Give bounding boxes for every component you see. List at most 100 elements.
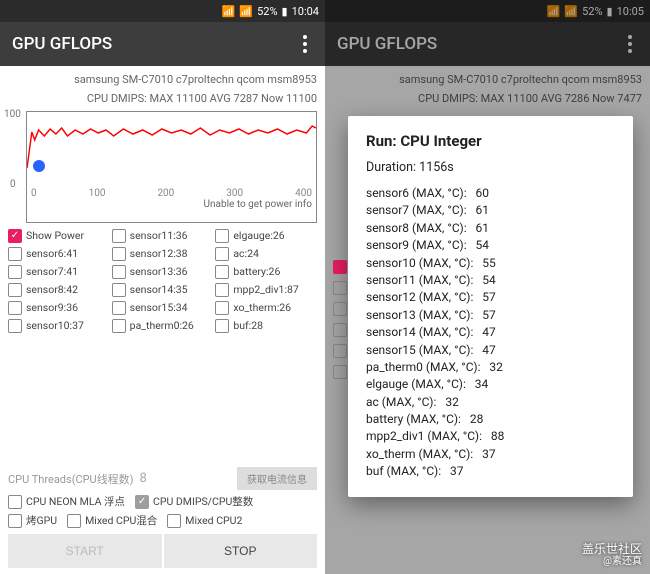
checkbox-box[interactable] xyxy=(112,247,126,261)
chart-start-marker xyxy=(33,160,45,172)
right-checks-peek xyxy=(333,260,345,386)
sensor-checkbox[interactable]: ac:24 xyxy=(215,247,317,261)
checkbox-box[interactable] xyxy=(215,265,229,279)
sensor-checkbox[interactable]: sensor10:37 xyxy=(8,319,110,333)
sensor-result-row: xo_therm (MAX, °C): 37 xyxy=(366,446,615,463)
checkbox-box[interactable] xyxy=(8,247,22,261)
dmips-label: CPU DMIPS/CPU整数 xyxy=(153,494,253,509)
checkbox-label: xo_therm:26 xyxy=(233,301,291,314)
sensor-checkbox[interactable]: sensor15:34 xyxy=(112,301,214,315)
signal-icon: 📶 xyxy=(222,5,236,18)
mixed-cpu-checkbox[interactable] xyxy=(67,514,81,528)
checkbox-box[interactable] xyxy=(8,319,22,333)
neon-checkbox[interactable] xyxy=(8,495,22,509)
threads-value[interactable]: 8 xyxy=(140,471,147,486)
checkbox-box[interactable] xyxy=(8,229,22,243)
stop-button[interactable]: STOP xyxy=(164,534,318,568)
start-button[interactable]: START xyxy=(8,534,162,568)
watermark-sub: @素还真 xyxy=(582,556,642,568)
sensor-checkbox[interactable]: xo_therm:26 xyxy=(215,301,317,315)
sensor-checkbox[interactable]: Show Power xyxy=(8,229,110,243)
sensor-result-row: sensor7 (MAX, °C): 61 xyxy=(366,202,615,219)
checkbox-label: sensor8:42 xyxy=(26,283,78,296)
checkbox-box[interactable] xyxy=(215,301,229,315)
sensor-checkbox[interactable]: elgauge:26 xyxy=(215,229,317,243)
battery-text: 52% xyxy=(257,5,277,18)
dmips-chart: 0100200300400 Unable to get power info xyxy=(26,111,317,223)
checkbox-label: sensor10:37 xyxy=(26,319,84,332)
checkbox-box[interactable] xyxy=(112,319,126,333)
checkbox-box[interactable] xyxy=(8,283,22,297)
neon-label: CPU NEON MLA 浮点 xyxy=(26,494,125,509)
watermark-main: 盖乐世社区 xyxy=(582,542,642,556)
bake-gpu-checkbox[interactable] xyxy=(8,514,22,528)
dialog-title: Run: CPU Integer xyxy=(366,132,615,150)
battery-icon: ▮ xyxy=(282,5,288,18)
get-current-button[interactable]: 获取电流信息 xyxy=(237,467,317,490)
checkbox-box[interactable] xyxy=(112,301,126,315)
power-note: Unable to get power info xyxy=(27,199,316,210)
sensor-checkbox[interactable]: sensor14:35 xyxy=(112,283,214,297)
sensor-checkbox-grid: Show Power sensor6:41 sensor7:41 sensor8:42… xyxy=(8,229,317,461)
checkbox-label: sensor7:41 xyxy=(26,265,78,278)
bake-label: 烤GPU xyxy=(26,513,57,528)
checkbox-label: sensor13:36 xyxy=(130,265,188,278)
sensor-result-row: sensor12 (MAX, °C): 57 xyxy=(366,289,615,306)
checkbox-box[interactable] xyxy=(215,319,229,333)
checkbox-box[interactable] xyxy=(8,265,22,279)
sensor-checkbox[interactable]: sensor13:36 xyxy=(112,265,214,279)
results-dialog: Run: CPU Integer Duration: 1156s sensor6… xyxy=(348,116,633,497)
sensor-checkbox[interactable]: battery:26 xyxy=(215,265,317,279)
mixed1-label: Mixed CPU混合 xyxy=(85,513,157,528)
y-tick-0: 0 xyxy=(10,179,16,190)
checkbox-box[interactable] xyxy=(215,247,229,261)
sensor-checkbox[interactable]: pa_therm0:26 xyxy=(112,319,214,333)
app-bar: GPU GFLOPS xyxy=(0,22,325,66)
sensor-checkbox[interactable]: sensor8:42 xyxy=(8,283,110,297)
sensor-result-row: pa_therm0 (MAX, °C): 32 xyxy=(366,359,615,376)
checkbox-label: buf:28 xyxy=(233,319,263,332)
sensor-result-row: sensor10 (MAX, °C): 55 xyxy=(366,255,615,272)
sensor-checkbox[interactable]: sensor6:41 xyxy=(8,247,110,261)
checkbox-box[interactable] xyxy=(112,283,126,297)
sensor-result-row: sensor9 (MAX, °C): 54 xyxy=(366,237,615,254)
checkbox-label: mpp2_div1:87 xyxy=(233,283,298,296)
dmips-checkbox[interactable] xyxy=(135,495,149,509)
clock-text: 10:04 xyxy=(292,5,319,18)
watermark: 盖乐世社区 @素还真 xyxy=(582,542,642,568)
checkbox-box[interactable] xyxy=(112,265,126,279)
dmips-info: CPU DMIPS: MAX 11100 AVG 7287 Now 11100 xyxy=(8,91,317,106)
sensor-checkbox[interactable]: sensor12:38 xyxy=(112,247,214,261)
sensor-result-row: sensor14 (MAX, °C): 47 xyxy=(366,324,615,341)
sensor-result-row: elgauge (MAX, °C): 34 xyxy=(366,376,615,393)
dialog-duration: Duration: 1156s xyxy=(366,160,615,175)
checkbox-box[interactable] xyxy=(112,229,126,243)
checkbox-label: sensor12:38 xyxy=(130,247,188,260)
checkbox-label: pa_therm0:26 xyxy=(130,319,194,332)
checkbox-label: sensor15:34 xyxy=(130,301,188,314)
sensor-checkbox[interactable]: sensor9:36 xyxy=(8,301,110,315)
checkbox-box[interactable] xyxy=(215,283,229,297)
mixed-cpu2-checkbox[interactable] xyxy=(167,514,181,528)
sensor-checkbox[interactable]: sensor11:36 xyxy=(112,229,214,243)
overflow-menu-icon[interactable] xyxy=(297,29,313,59)
sensor-checkbox[interactable]: sensor7:41 xyxy=(8,265,110,279)
checkbox-label: sensor9:36 xyxy=(26,301,78,314)
app-title: GPU GFLOPS xyxy=(12,34,112,54)
sensor-result-row: sensor6 (MAX, °C): 60 xyxy=(366,185,615,202)
sensor-checkbox[interactable]: buf:28 xyxy=(215,319,317,333)
checkbox-box[interactable] xyxy=(8,301,22,315)
checkbox-label: battery:26 xyxy=(233,265,280,278)
signal-icon: 📶 xyxy=(239,5,253,18)
checkbox-box[interactable] xyxy=(215,229,229,243)
mixed2-label: Mixed CPU2 xyxy=(185,514,242,527)
sensor-result-row: ac (MAX, °C): 32 xyxy=(366,394,615,411)
sensor-result-row: mpp2_div1 (MAX, °C): 88 xyxy=(366,428,615,445)
x-axis-labels: 0100200300400 xyxy=(27,188,316,199)
sensor-result-row: sensor11 (MAX, °C): 54 xyxy=(366,272,615,289)
sensor-result-row: sensor13 (MAX, °C): 57 xyxy=(366,307,615,324)
sensor-result-row: buf (MAX, °C): 37 xyxy=(366,463,615,480)
y-tick-100: 100 xyxy=(4,109,21,120)
checkbox-label: Show Power xyxy=(26,229,84,242)
sensor-checkbox[interactable]: mpp2_div1:87 xyxy=(215,283,317,297)
